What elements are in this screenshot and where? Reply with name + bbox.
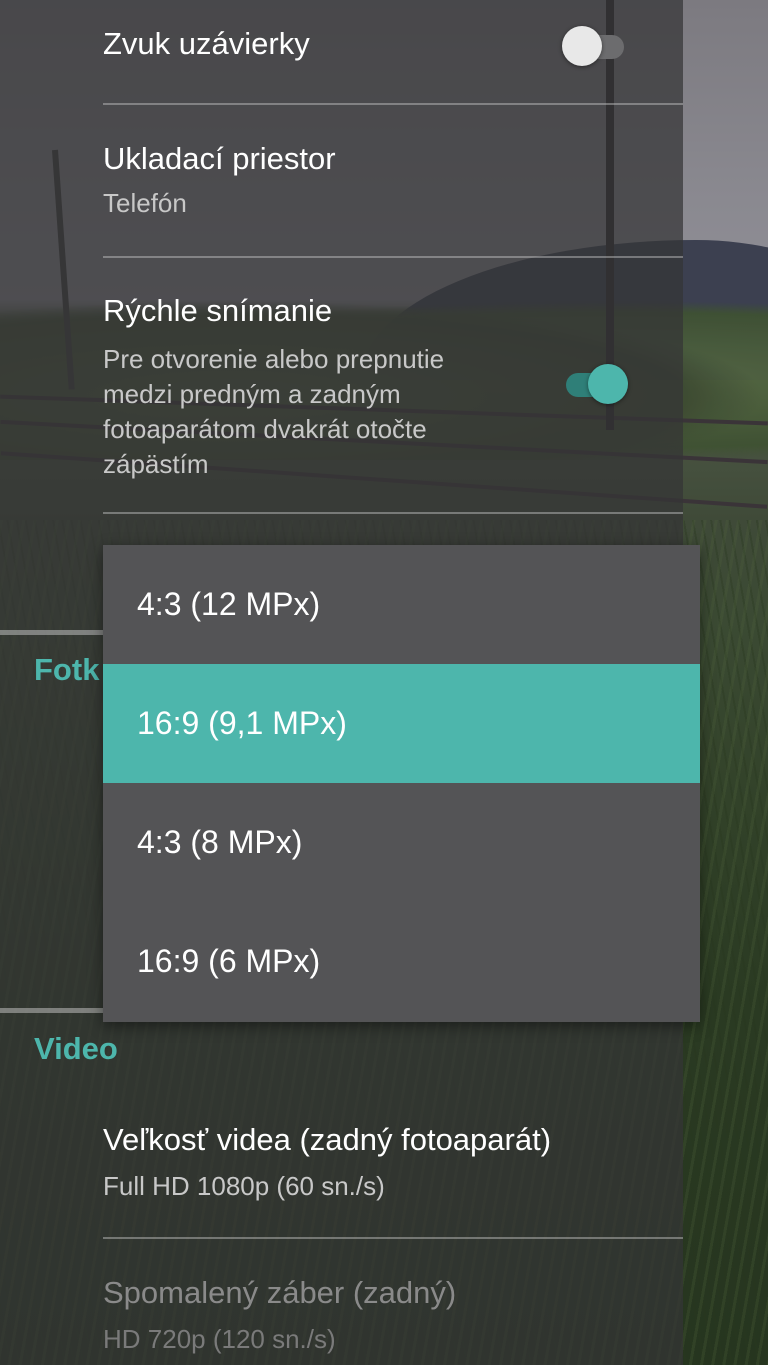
quick-capture-summary-line: fotoaparátom dvakrát otočte [103, 414, 427, 444]
toggle-thumb [562, 26, 602, 66]
dropdown-option[interactable]: 4:3 (8 MPx) [103, 783, 700, 902]
divider [103, 512, 683, 514]
dropdown-option-selected[interactable]: 16:9 (9,1 MPx) [103, 664, 700, 783]
setting-video-size[interactable]: Veľkosť videa (zadný fotoaparát) Full HD… [103, 1120, 683, 1220]
quick-capture-summary-line: zápästím [103, 449, 209, 479]
slow-motion-title: Spomalený záber (zadný) [103, 1275, 457, 1310]
quick-capture-toggle[interactable] [562, 362, 628, 406]
divider [103, 256, 683, 258]
quick-capture-summary: Pre otvorenie alebo prepnutie medzi pred… [103, 342, 543, 482]
setting-storage[interactable]: Ukladací priestor Telefón [103, 139, 683, 239]
video-section-header: Video [34, 1031, 118, 1066]
toggle-thumb [588, 364, 628, 404]
quick-capture-summary-line: Pre otvorenie alebo prepnutie [103, 344, 445, 374]
setting-quick-capture[interactable]: Rýchle snímanie Pre otvorenie alebo prep… [103, 291, 543, 491]
slow-motion-summary: HD 720p (120 sn./s) [103, 1324, 336, 1354]
shutter-sound-toggle[interactable] [562, 24, 628, 68]
quick-capture-summary-line: medzi predným a zadným [103, 379, 401, 409]
quick-capture-title: Rýchle snímanie [103, 293, 333, 328]
divider [103, 103, 683, 105]
dropdown-option[interactable]: 16:9 (6 MPx) [103, 902, 700, 1021]
setting-slow-motion: Spomalený záber (zadný) HD 720p (120 sn.… [103, 1273, 683, 1365]
dropdown-option[interactable]: 4:3 (12 MPx) [103, 545, 700, 664]
photo-section-header: Fotk [34, 652, 100, 687]
divider [103, 1237, 683, 1239]
video-size-summary: Full HD 1080p (60 sn./s) [103, 1171, 385, 1201]
storage-title: Ukladací priestor [103, 141, 336, 176]
storage-summary: Telefón [103, 188, 187, 218]
video-size-title: Veľkosť videa (zadný fotoaparát) [103, 1122, 552, 1157]
photo-resolution-dropdown: 4:3 (12 MPx) 16:9 (9,1 MPx) 4:3 (8 MPx) … [103, 545, 700, 1022]
